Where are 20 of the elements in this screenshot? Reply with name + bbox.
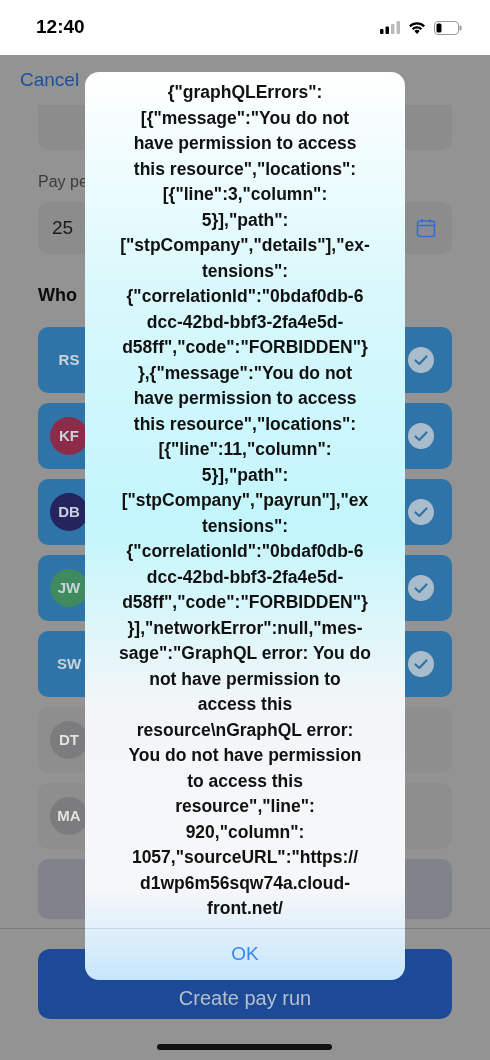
avatar: KF [50,417,88,455]
ok-button[interactable]: OK [85,927,405,980]
section-title: Who [38,284,77,307]
cancel-link[interactable]: Cancel [20,65,80,95]
avatar: JW [50,569,88,607]
avatar: DB [50,493,88,531]
battery-icon [434,20,462,35]
checkmark-icon [408,499,434,525]
avatar: MA [50,797,88,835]
wifi-icon [408,21,426,34]
checkmark-icon [408,575,434,601]
checkmark-icon [408,423,434,449]
checkmark-icon [408,347,434,373]
calendar-icon [416,218,436,238]
signal-icon [380,21,400,34]
alert-message: {"graphQLErrors": [{"message":"You do not have permission to access this resource","locations": [{"line":3,"column": 5}],"path": ["stpCompany","details"],"ex- tensions": {"correlationId":"0bdaf0db-6 dcc-42bd-bbf3-2fa4e5d- d58ff","code":"FORBIDDEN"} },{"message":"You do not have permission to access this resource","locations": [{"line":11,"column": 5}],"path": ["stpCompany","payrun"],"ex tensions": {"correlationId":"0bdaf0db-6 dcc-42bd-bbf3-2fa4e5d- d58ff","code":"FORBIDDEN"} }],"networkError":null,"mes- sage":"GraphQL error: You do not have permission to access this resource\nGraphQL error: You do not have permission to access this resource","line": 920,"column": 1057,"sourceURL":"https:// d1wp6m56sqw74a.cloud- front.net/ [118,81,372,920]
date-value: 25 [52,215,74,240]
avatar: DT [50,721,88,759]
status-time: 12:40 [36,15,85,40]
checkmark-icon [408,651,434,677]
